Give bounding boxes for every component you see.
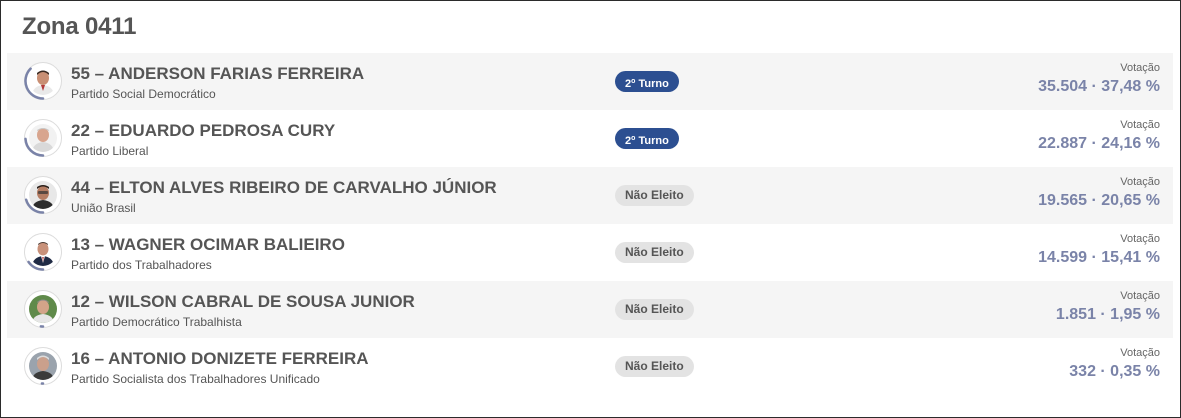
- votes-label: Votação: [1120, 290, 1160, 302]
- candidate-photo-icon: [29, 67, 57, 95]
- status-badge: Não Eleito: [615, 242, 694, 263]
- votes-value: 332 · 0,35 %: [1069, 363, 1160, 380]
- votes-label: Votação: [1120, 119, 1160, 131]
- candidate-avatar: [24, 119, 62, 157]
- zone-title: Zona 0411: [22, 13, 137, 40]
- candidate-photo-icon: [29, 181, 57, 209]
- status-badge: Não Eleito: [615, 299, 694, 320]
- results-panel: Zona 0411 55 – ANDERSON FARIAS FERREIRA: [0, 0, 1181, 418]
- status-badge: 2o Turno: [615, 71, 679, 92]
- votes-block: Votação 1.851 · 1,95 %: [1056, 289, 1160, 325]
- candidate-photo-icon: [29, 352, 57, 380]
- candidate-name: 44 – ELTON ALVES RIBEIRO DE CARVALHO JÚN…: [71, 178, 497, 197]
- status-badge: Não Eleito: [615, 185, 694, 206]
- candidate-row[interactable]: 13 – WAGNER OCIMAR BALIEIRO Partido dos …: [7, 224, 1173, 281]
- candidate-name: 16 – ANTONIO DONIZETE FERREIRA: [71, 349, 369, 368]
- status-badge: 2o Turno: [615, 128, 679, 149]
- votes-block: Votação 22.887 · 24,16 %: [1038, 118, 1160, 154]
- candidate-party: Partido dos Trabalhadores: [71, 258, 212, 272]
- votes-value: 35.504 · 37,48 %: [1038, 78, 1160, 95]
- votes-value: 1.851 · 1,95 %: [1055, 306, 1160, 323]
- votes-block: Votação 19.565 · 20,65 %: [1038, 175, 1160, 211]
- status-badge: Não Eleito: [615, 356, 694, 377]
- candidate-name: 12 – WILSON CABRAL DE SOUSA JUNIOR: [71, 292, 415, 311]
- votes-label: Votação: [1120, 347, 1160, 359]
- candidate-party: Partido Socialista dos Trabalhadores Uni…: [71, 372, 320, 386]
- votes-block: Votação 332 · 0,35 %: [1069, 346, 1160, 382]
- candidate-avatar: [24, 176, 62, 214]
- votes-label: Votação: [1120, 176, 1160, 188]
- candidate-name: 55 – ANDERSON FARIAS FERREIRA: [71, 64, 365, 83]
- candidate-avatar: [24, 290, 62, 328]
- votes-label: Votação: [1120, 62, 1160, 74]
- candidate-photo-icon: [29, 295, 57, 323]
- votes-label: Votação: [1120, 233, 1160, 245]
- candidate-photo-icon: [29, 124, 57, 152]
- candidate-avatar: [24, 62, 62, 100]
- candidate-party: Partido Democrático Trabalhista: [71, 315, 242, 329]
- candidate-party: União Brasil: [71, 201, 136, 215]
- candidate-row[interactable]: 44 – ELTON ALVES RIBEIRO DE CARVALHO JÚN…: [7, 167, 1173, 224]
- candidate-row[interactable]: 22 – EDUARDO PEDROSA CURY Partido Libera…: [7, 110, 1173, 167]
- candidate-row[interactable]: 16 – ANTONIO DONIZETE FERREIRA Partido S…: [7, 338, 1173, 395]
- votes-value: 14.599 · 15,41 %: [1038, 249, 1160, 266]
- candidate-name: 13 – WAGNER OCIMAR BALIEIRO: [71, 235, 345, 254]
- candidate-row[interactable]: 55 – ANDERSON FARIAS FERREIRA Partido So…: [7, 53, 1173, 110]
- votes-value: 22.887 · 24,16 %: [1038, 135, 1160, 152]
- candidate-name: 22 – EDUARDO PEDROSA CURY: [71, 121, 336, 140]
- candidate-list: 55 – ANDERSON FARIAS FERREIRA Partido So…: [7, 53, 1173, 395]
- votes-value: 19.565 · 20,65 %: [1038, 192, 1160, 209]
- candidate-photo-icon: [29, 238, 57, 266]
- votes-block: Votação 14.599 · 15,41 %: [1038, 232, 1160, 268]
- candidate-party: Partido Social Democrático: [71, 87, 216, 101]
- candidate-avatar: [24, 347, 62, 385]
- votes-block: Votação 35.504 · 37,48 %: [1038, 61, 1160, 97]
- candidate-party: Partido Liberal: [71, 144, 149, 158]
- candidate-row[interactable]: 12 – WILSON CABRAL DE SOUSA JUNIOR Parti…: [7, 281, 1173, 338]
- candidate-avatar: [24, 233, 62, 271]
